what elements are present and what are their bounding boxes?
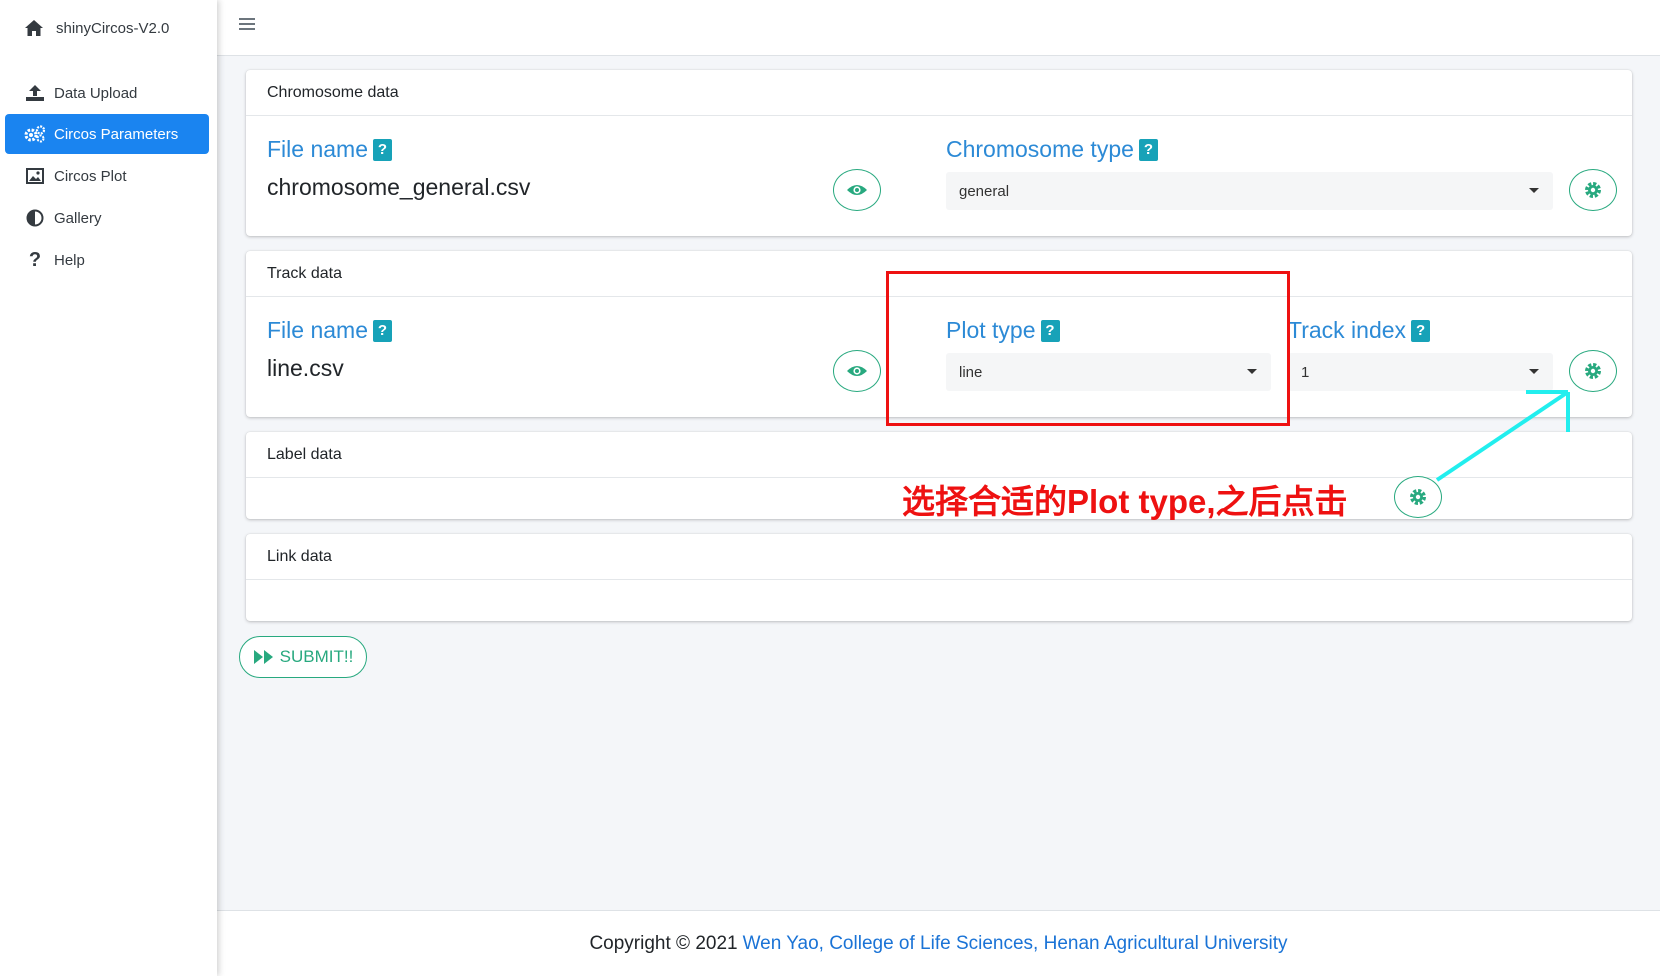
menu-toggle-icon[interactable] <box>239 17 259 37</box>
caret-down-icon <box>1247 369 1257 374</box>
help-badge[interactable]: ? <box>372 319 392 342</box>
brand-text: shinyCircos-V2.0 <box>56 19 170 37</box>
help-badge[interactable]: ? <box>1411 319 1431 342</box>
chromosome-settings-button[interactable] <box>1569 169 1617 211</box>
sidebar-item-circos-plot[interactable]: Circos Plot <box>5 156 209 196</box>
caret-down-icon <box>1529 188 1539 193</box>
submit-label: SUBMIT!! <box>279 647 354 666</box>
track-index-select[interactable]: 1 <box>1288 353 1553 391</box>
view-chromosome-data-button[interactable] <box>833 169 881 211</box>
track-settings-button[interactable] <box>1569 350 1617 392</box>
question-icon: ? <box>28 248 42 271</box>
caret-down-icon <box>1529 369 1539 374</box>
sidebar-item-data-upload[interactable]: Data Upload <box>5 73 209 113</box>
field-label-text: Chromosome type <box>946 136 1134 162</box>
select-value: 1 <box>1301 363 1310 381</box>
select-value: general <box>959 182 1010 200</box>
gear-icon <box>1410 489 1426 505</box>
submit-button[interactable]: SUBMIT!! <box>239 636 367 678</box>
gear-icon <box>1585 363 1601 379</box>
field-label-text: File name <box>267 317 368 343</box>
cogs-icon <box>24 125 46 143</box>
gear-icon <box>1585 182 1601 198</box>
track-data-card: Track data File name ? line.csv Plot typ… <box>246 251 1632 417</box>
chromosome-file-name-value: chromosome_general.csv <box>267 174 531 200</box>
chromosome-file-name-label: File name ? <box>267 136 392 163</box>
sidebar-item-gallery[interactable]: Gallery <box>5 198 209 238</box>
track-file-name-value: line.csv <box>267 355 344 381</box>
footer: Copyright © 2021 Wen Yao, College of Lif… <box>217 910 1660 976</box>
field-label-text: File name <box>267 136 368 162</box>
field-label-text: Plot type <box>946 317 1036 343</box>
card-title: Label data <box>246 432 1632 478</box>
sidebar-item-label: Circos Parameters <box>54 125 179 143</box>
help-badge[interactable]: ? <box>372 138 392 161</box>
link-data-card: Link data <box>246 534 1632 621</box>
sidebar-item-label: Circos Plot <box>54 167 127 185</box>
brand-link[interactable]: shinyCircos-V2.0 <box>0 0 217 56</box>
plot-type-label: Plot type ? <box>946 317 1060 344</box>
eye-icon <box>847 185 867 195</box>
sidebar-item-help[interactable]: ? Help <box>5 240 209 280</box>
view-track-data-button[interactable] <box>833 350 881 392</box>
sidebar-item-label: Gallery <box>54 209 102 227</box>
eye-icon <box>847 366 867 376</box>
annotation-gear-button <box>1394 476 1442 518</box>
track-index-label: Track index ? <box>1288 317 1431 344</box>
fast-forward-icon <box>253 650 273 664</box>
copyright-text: Copyright © 2021 <box>589 932 738 954</box>
card-title: Chromosome data <box>246 70 1632 116</box>
chromosome-data-card: Chromosome data File name ? chromosome_g… <box>246 70 1632 236</box>
help-badge[interactable]: ? <box>1138 138 1158 161</box>
track-file-name-label: File name ? <box>267 317 392 344</box>
top-navbar <box>217 0 1660 56</box>
card-title: Link data <box>246 534 1632 580</box>
author-link[interactable]: Wen Yao, College of Life Sciences, Henan… <box>743 933 1288 955</box>
sidebar-item-label: Data Upload <box>54 84 138 102</box>
card-title: Track data <box>246 251 1632 297</box>
select-value: line <box>959 363 983 381</box>
help-badge[interactable]: ? <box>1040 319 1060 342</box>
chromosome-type-label: Chromosome type ? <box>946 136 1158 163</box>
field-label-text: Track index <box>1288 317 1407 343</box>
upload-icon <box>24 84 46 102</box>
image-icon <box>24 168 46 184</box>
annotation-text: 选择合适的Plot type,之后点击 <box>902 483 1348 520</box>
adjust-icon <box>24 209 46 227</box>
sidebar-item-label: Help <box>54 251 85 269</box>
home-icon <box>24 19 46 37</box>
plot-type-select[interactable]: line <box>946 353 1271 391</box>
sidebar-item-circos-parameters[interactable]: Circos Parameters <box>5 114 209 154</box>
sidebar: shinyCircos-V2.0 Data Upload Circos Para… <box>0 0 217 976</box>
chromosome-type-select[interactable]: general <box>946 172 1553 210</box>
